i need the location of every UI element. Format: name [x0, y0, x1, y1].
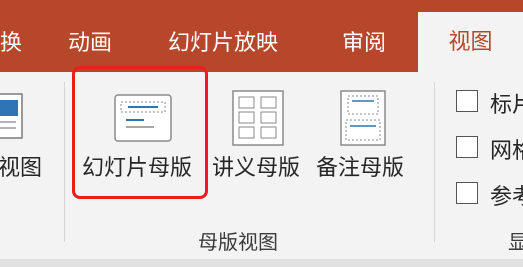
ruler-checkbox[interactable]: [456, 90, 478, 112]
ribbon-bottom-border: [0, 259, 523, 267]
ribbon-tab-bar: 换 动画 幻灯片放映 审阅 视图: [0, 0, 523, 74]
group-separator: [434, 82, 435, 242]
highlight-box: [72, 66, 208, 199]
master-views-group-label: 母版视图: [198, 230, 278, 254]
notes-master-icon[interactable]: [340, 90, 386, 146]
guides-checkbox[interactable]: [456, 182, 478, 204]
handout-master-button[interactable]: 讲义母版: [212, 150, 300, 182]
gridlines-label[interactable]: 网格: [490, 133, 523, 165]
notes-master-button[interactable]: 备注母版: [316, 150, 404, 182]
gridlines-checkbox[interactable]: [456, 136, 478, 158]
handout-master-icon[interactable]: [232, 90, 284, 146]
tab-transitions[interactable]: 换: [0, 24, 22, 64]
show-group-label: 显: [508, 230, 523, 254]
partial-view-label[interactable]: 视图: [0, 150, 42, 182]
guides-label[interactable]: 参考: [490, 179, 523, 211]
tab-review[interactable]: 审阅: [342, 24, 386, 64]
tab-animations[interactable]: 动画: [68, 24, 112, 64]
tab-slide-show[interactable]: 幻灯片放映: [168, 24, 278, 64]
partial-view-icon[interactable]: [0, 92, 26, 146]
group-separator: [64, 82, 65, 242]
tab-view[interactable]: 视图: [418, 12, 523, 74]
ruler-label[interactable]: 标片: [490, 87, 523, 119]
